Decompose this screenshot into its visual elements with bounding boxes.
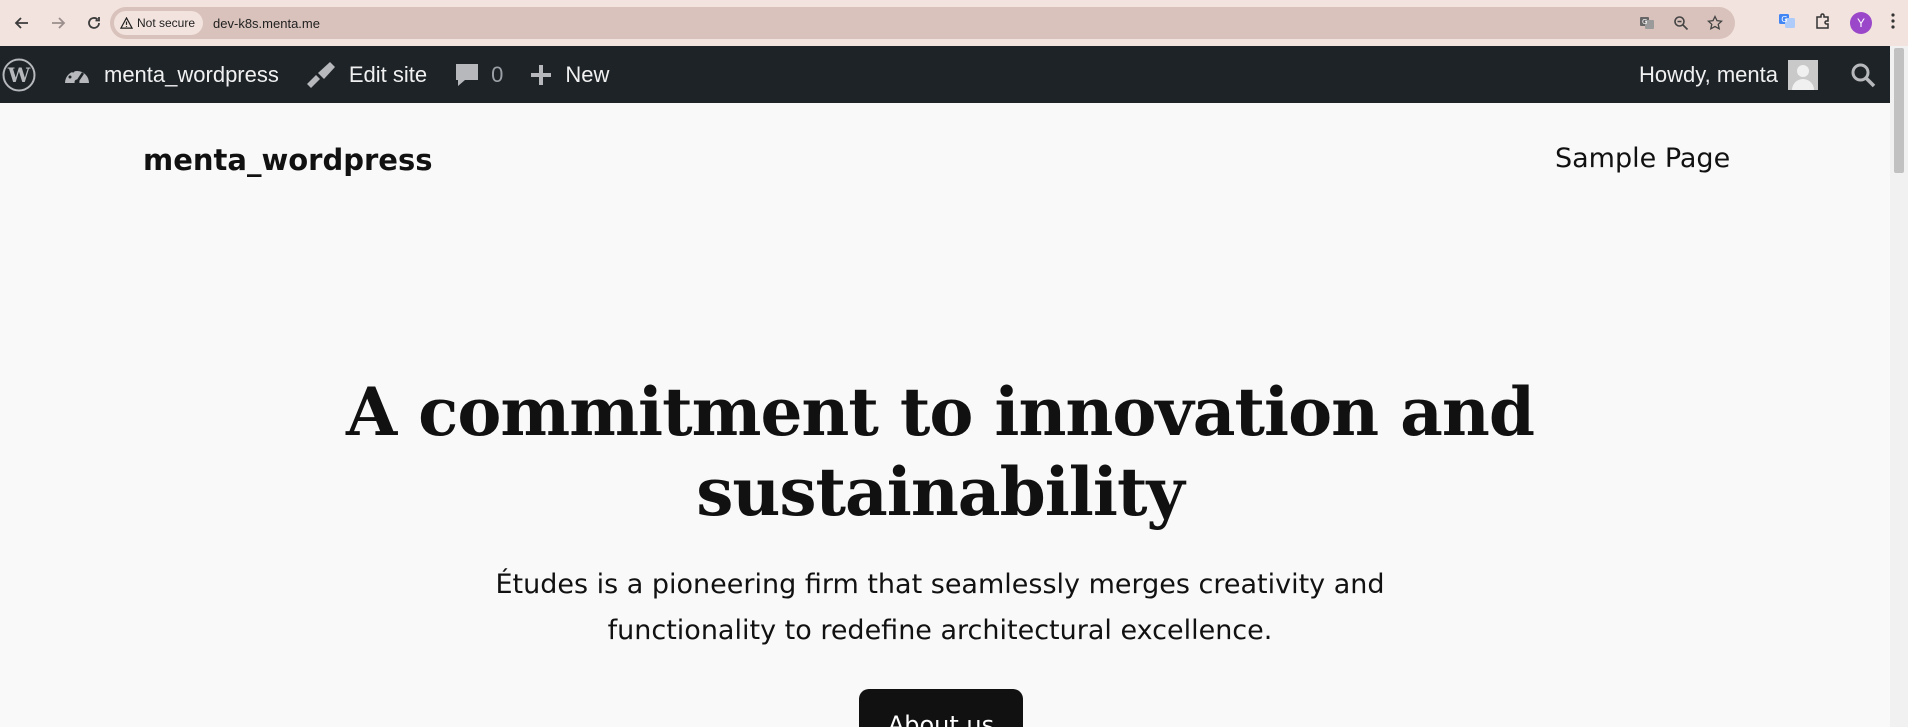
edit-site-link[interactable]: Edit site <box>292 46 440 103</box>
reload-icon <box>88 17 100 29</box>
admin-site-name-link[interactable]: menta_wordpress <box>49 46 292 103</box>
forward-arrow-icon <box>52 17 66 29</box>
wp-admin-bar: W menta_wordpress Edit site 0 New Howdy,… <box>0 46 1890 103</box>
about-us-button[interactable]: About us <box>859 689 1023 727</box>
wordpress-logo-button[interactable]: W <box>0 46 49 103</box>
reload-button[interactable] <box>76 5 112 41</box>
address-bar[interactable]: Not secure dev-k8s.menta.me G <box>110 7 1735 39</box>
dashboard-gauge-icon <box>62 61 92 89</box>
comments-count: 0 <box>491 61 504 87</box>
url-text: dev-k8s.menta.me <box>213 15 320 31</box>
howdy-label: Howdy, menta <box>1639 61 1778 87</box>
security-indicator[interactable]: Not secure <box>114 11 204 35</box>
new-content-label: New <box>565 61 610 87</box>
hero-description: Études is a pioneering firm that seamles… <box>495 569 1385 646</box>
bookmark-star-icon[interactable] <box>1705 13 1725 33</box>
page-scrollbar[interactable] <box>1890 46 1908 727</box>
svg-text:G: G <box>1781 15 1787 24</box>
translate-extension-icon[interactable]: G <box>1778 12 1796 35</box>
translate-icon[interactable]: G <box>1637 13 1657 33</box>
back-arrow-icon <box>14 17 28 29</box>
back-button[interactable] <box>4 5 40 41</box>
nav-item-sample-page[interactable]: Sample Page <box>1555 143 1730 174</box>
edit-site-label: Edit site <box>348 61 428 87</box>
browser-toolbar: Not secure dev-k8s.menta.me G G Y <box>0 0 1908 46</box>
admin-site-name-label: menta_wordpress <box>104 61 279 87</box>
security-label: Not secure <box>137 16 196 30</box>
site-title-link[interactable]: menta_wordpress <box>143 143 433 177</box>
forward-button[interactable] <box>40 5 76 41</box>
hero-heading: A commitment to innovation and sustainab… <box>345 373 1535 531</box>
svg-text:W: W <box>7 63 31 87</box>
warning-icon <box>120 16 133 29</box>
plus-icon <box>529 63 553 87</box>
comments-link[interactable]: 0 <box>440 46 516 103</box>
browser-menu-icon[interactable] <box>1890 12 1896 35</box>
wordpress-logo-icon: W <box>2 58 36 91</box>
paintbrush-icon <box>305 60 337 90</box>
user-avatar <box>1788 59 1818 90</box>
scrollbar-thumb[interactable] <box>1894 48 1904 173</box>
search-icon <box>1851 63 1876 87</box>
profile-avatar[interactable]: Y <box>1850 12 1872 34</box>
admin-search-button[interactable] <box>1824 46 1890 103</box>
new-content-link[interactable]: New <box>516 46 622 103</box>
comment-bubble-icon <box>453 61 481 89</box>
site-header: menta_wordpress Sample Page <box>0 103 1890 223</box>
my-account-menu[interactable]: Howdy, menta <box>1626 46 1824 103</box>
extensions-puzzle-icon[interactable] <box>1814 12 1832 35</box>
svg-text:G: G <box>1642 18 1647 26</box>
zoom-icon[interactable] <box>1671 13 1691 33</box>
